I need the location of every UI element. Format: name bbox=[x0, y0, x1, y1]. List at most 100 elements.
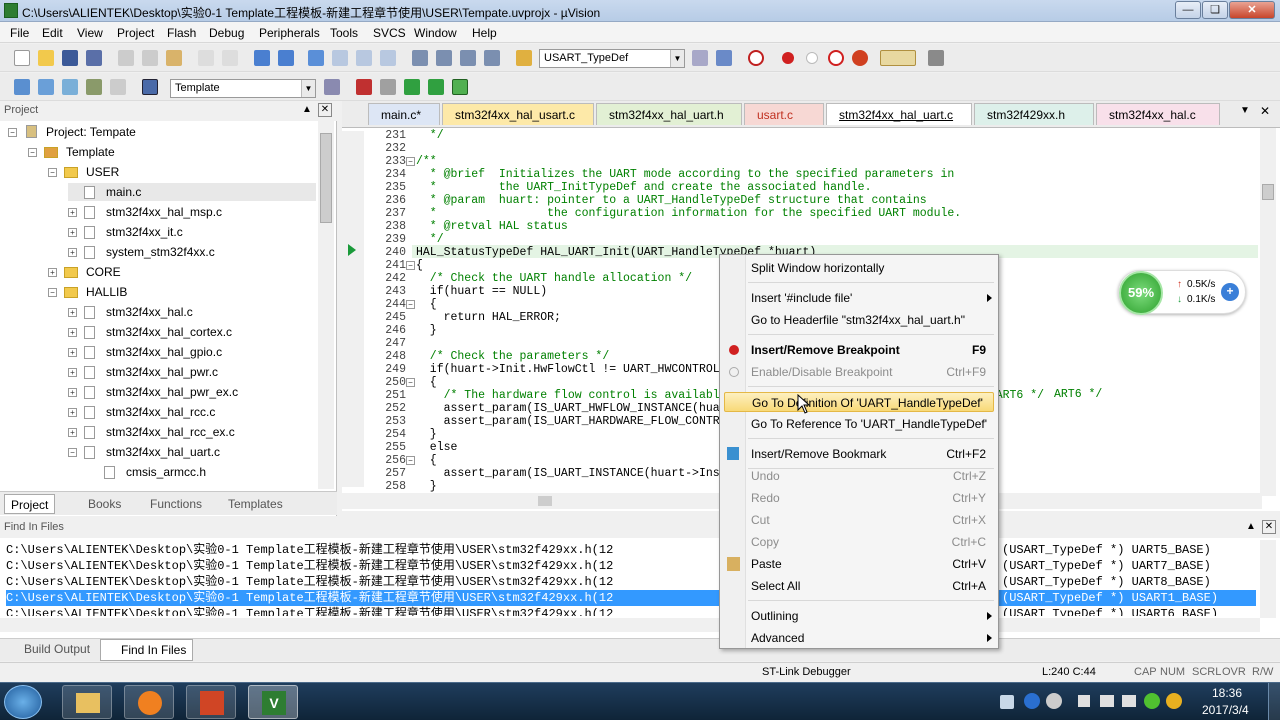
window-layout-icon[interactable] bbox=[880, 50, 916, 66]
find-vertical-scrollbar[interactable] bbox=[1260, 540, 1276, 618]
tray-security-icon[interactable] bbox=[1144, 693, 1160, 709]
expand-icon[interactable]: + bbox=[68, 388, 77, 397]
menu-svcs[interactable]: SVCS bbox=[373, 26, 406, 40]
tab-functions[interactable]: Functions bbox=[134, 494, 202, 514]
menu-view[interactable]: View bbox=[77, 26, 103, 40]
collapse-icon[interactable]: − bbox=[68, 448, 77, 457]
prev-bookmark-icon[interactable] bbox=[332, 50, 348, 66]
clock-date[interactable]: 2017/3/4 bbox=[1202, 703, 1249, 717]
chevron-down-icon[interactable]: ▼ bbox=[301, 80, 315, 97]
tab-project[interactable]: Project bbox=[4, 494, 56, 514]
target-combo[interactable]: Template ▼ bbox=[170, 79, 316, 98]
maximize-button[interactable]: ❏ bbox=[1202, 1, 1228, 19]
add-icon[interactable]: + bbox=[1221, 283, 1239, 301]
menu-copy[interactable]: Copy Ctrl+C bbox=[720, 532, 998, 552]
expand-icon[interactable]: + bbox=[68, 308, 77, 317]
paste-icon[interactable] bbox=[166, 50, 182, 66]
menu-project[interactable]: Project bbox=[117, 26, 154, 40]
menu-insert-remove-breakpoint[interactable]: Insert/Remove Breakpoint F9 bbox=[720, 340, 998, 360]
fold-toggle-icon[interactable]: − bbox=[406, 300, 415, 309]
tab-hal-uart-c[interactable]: stm32f4xx_hal_uart.c bbox=[826, 103, 972, 125]
find-result-row[interactable]: C:\Users\ALIENTEK\Desktop\实验0-1 Template… bbox=[6, 558, 1256, 574]
menu-enable-disable-breakpoint[interactable]: Enable/Disable Breakpoint Ctrl+F9 bbox=[720, 362, 998, 382]
tab-hal-c[interactable]: stm32f4xx_hal.c bbox=[1096, 103, 1220, 125]
close-panel-icon[interactable]: ✕ bbox=[1262, 520, 1276, 534]
collapse-icon[interactable]: − bbox=[8, 128, 17, 137]
net-speed-widget[interactable]: 59% ↑ 0.5K/s ↓ 0.1K/s + bbox=[1118, 270, 1246, 315]
tab-build-output[interactable]: Build Output bbox=[6, 642, 90, 656]
expand-icon[interactable]: + bbox=[68, 368, 77, 377]
batch-build-icon[interactable] bbox=[86, 79, 102, 95]
menu-cut[interactable]: Cut Ctrl+X bbox=[720, 510, 998, 530]
load-icon[interactable] bbox=[142, 79, 158, 95]
bookmark-icon[interactable] bbox=[308, 50, 324, 66]
file-extensions-icon[interactable] bbox=[356, 79, 372, 95]
pin-icon[interactable]: ▲ bbox=[302, 104, 312, 115]
tree-file-main[interactable]: main.c bbox=[68, 183, 316, 201]
find-result-row[interactable]: C:\Users\ALIENTEK\Desktop\实验0-1 Template… bbox=[6, 606, 1256, 616]
menu-insert-include[interactable]: Insert '#include file' bbox=[720, 288, 998, 308]
tray-help-icon[interactable] bbox=[1024, 693, 1040, 709]
build-icon[interactable] bbox=[38, 79, 54, 95]
tray-network-icon[interactable] bbox=[1100, 695, 1114, 707]
expand-icon[interactable]: + bbox=[68, 328, 77, 337]
expand-icon[interactable]: + bbox=[68, 208, 77, 217]
comment-icon[interactable] bbox=[460, 50, 476, 66]
tab-stm32f429xx-h[interactable]: stm32f429xx.h bbox=[974, 103, 1094, 125]
clear-bookmarks-icon[interactable] bbox=[380, 50, 396, 66]
tab-hal-uart-h[interactable]: stm32f4xx_hal_uart.h bbox=[596, 103, 742, 125]
menu-outlining[interactable]: Outlining bbox=[720, 606, 998, 626]
menu-insert-remove-bookmark[interactable]: Insert/Remove Bookmark Ctrl+F2 bbox=[720, 444, 998, 464]
save-all-icon[interactable] bbox=[86, 50, 102, 66]
pin-icon[interactable]: ▲ bbox=[1246, 521, 1256, 532]
menu-peripherals[interactable]: Peripherals bbox=[259, 26, 320, 40]
kill-breakpoints-icon[interactable] bbox=[828, 50, 844, 66]
chevron-down-icon[interactable]: ▼ bbox=[670, 50, 684, 67]
incremental-find-icon[interactable] bbox=[716, 50, 732, 66]
menu-go-to-definition[interactable]: Go To Definition Of 'UART_HandleTypeDef' bbox=[724, 392, 994, 412]
find-icon[interactable] bbox=[692, 50, 708, 66]
expand-icon[interactable]: + bbox=[68, 228, 77, 237]
find-results-list[interactable]: C:\Users\ALIENTEK\Desktop\实验0-1 Template… bbox=[0, 542, 1258, 616]
expand-icon[interactable]: + bbox=[68, 348, 77, 357]
minimize-button[interactable]: — bbox=[1175, 1, 1201, 19]
rte-icon[interactable] bbox=[452, 79, 468, 95]
menu-file[interactable]: File bbox=[10, 26, 29, 40]
find-combo[interactable]: USART_TypeDef ▼ bbox=[539, 49, 685, 68]
tab-main-c[interactable]: main.c* bbox=[368, 103, 440, 125]
target-options-icon[interactable] bbox=[324, 79, 340, 95]
fold-toggle-icon[interactable]: − bbox=[406, 157, 415, 166]
manage-components-icon[interactable] bbox=[380, 79, 396, 95]
scrollbar-thumb[interactable] bbox=[320, 133, 332, 223]
find-result-row[interactable]: C:\Users\ALIENTEK\Desktop\实验0-1 Template… bbox=[6, 574, 1256, 590]
tab-books[interactable]: Books bbox=[70, 494, 121, 514]
menu-tools[interactable]: Tools bbox=[330, 26, 358, 40]
indent-icon[interactable] bbox=[412, 50, 428, 66]
next-bookmark-icon[interactable] bbox=[356, 50, 372, 66]
menu-undo[interactable]: Undo Ctrl+Z bbox=[720, 466, 998, 486]
disable-breakpoint-icon[interactable] bbox=[806, 52, 818, 64]
close-panel-icon[interactable]: ✕ bbox=[318, 103, 332, 117]
new-file-icon[interactable] bbox=[14, 50, 30, 66]
scrollbar-thumb[interactable] bbox=[538, 496, 552, 506]
project-scrollbar[interactable] bbox=[318, 121, 334, 489]
tray-app-icon[interactable] bbox=[1166, 693, 1182, 709]
menu-edit[interactable]: Edit bbox=[42, 26, 63, 40]
menu-advanced[interactable]: Advanced bbox=[720, 628, 998, 648]
disable-all-breakpoints-icon[interactable] bbox=[852, 50, 868, 66]
menu-window[interactable]: Window bbox=[414, 26, 457, 40]
menu-go-to-reference[interactable]: Go To Reference To 'UART_HandleTypeDef' bbox=[720, 414, 998, 434]
configure-icon[interactable] bbox=[928, 50, 944, 66]
taskbar-explorer[interactable] bbox=[62, 685, 112, 719]
debug-session-icon[interactable] bbox=[748, 50, 764, 66]
menu-flash[interactable]: Flash bbox=[167, 26, 196, 40]
expand-icon[interactable]: + bbox=[48, 268, 57, 277]
stop-build-icon[interactable] bbox=[110, 79, 126, 95]
open-file-icon[interactable] bbox=[38, 50, 54, 66]
tab-templates[interactable]: Templates bbox=[212, 494, 283, 514]
tray-volume-icon[interactable] bbox=[1122, 695, 1136, 707]
tray-flag-icon[interactable] bbox=[1078, 695, 1090, 707]
undo-icon[interactable] bbox=[198, 50, 214, 66]
collapse-icon[interactable]: − bbox=[28, 148, 37, 157]
menu-debug[interactable]: Debug bbox=[209, 26, 244, 40]
